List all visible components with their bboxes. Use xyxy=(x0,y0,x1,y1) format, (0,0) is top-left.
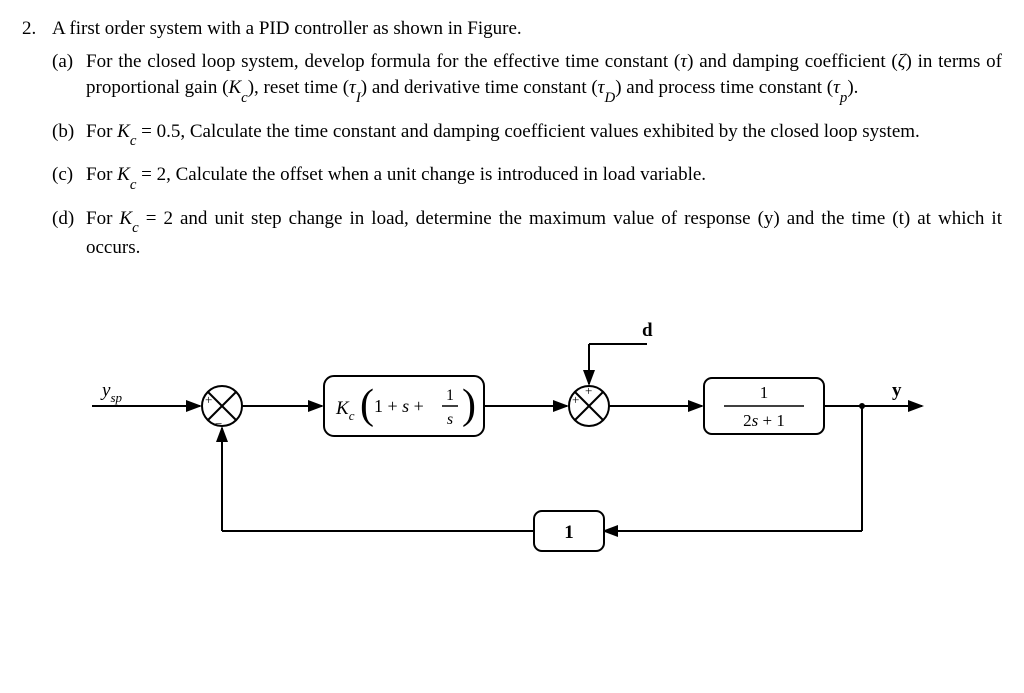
text: = 2 and unit step change in load, determ… xyxy=(86,208,1002,259)
subscript-D: D xyxy=(604,90,615,106)
part-d-text: For Kc = 2 and unit step change in load,… xyxy=(86,206,1002,262)
subscript-I: I xyxy=(356,90,361,106)
label-y: y xyxy=(892,380,902,401)
fraction-num: 1 xyxy=(446,387,454,404)
question-stem: 2. A first order system with a PID contr… xyxy=(22,16,1002,43)
part-c-label: (c) xyxy=(52,162,80,192)
subscript-p: p xyxy=(840,90,847,106)
node-dot xyxy=(859,403,865,409)
text: For xyxy=(86,208,119,229)
question-text: A first order system with a PID controll… xyxy=(52,16,522,43)
text: ) and damping coefficient ( xyxy=(687,51,898,72)
part-c-text: For Kc = 2, Calculate the offset when a … xyxy=(86,162,706,192)
text: = 0.5, Calculate the time constant and d… xyxy=(136,121,919,142)
subscript-c: c xyxy=(241,90,248,106)
label-d: d xyxy=(642,320,653,341)
subscript-c: c xyxy=(130,133,137,149)
part-b: (b) For Kc = 0.5, Calculate the time con… xyxy=(52,119,1002,149)
symbol-K: K xyxy=(117,121,130,142)
part-b-text: For Kc = 0.5, Calculate the time constan… xyxy=(86,119,920,149)
text: For the closed loop system, develop form… xyxy=(86,51,680,72)
summing-junction-1: + − xyxy=(202,386,242,431)
part-a-text: For the closed loop system, develop form… xyxy=(86,49,1002,105)
symbol-K: K xyxy=(228,77,241,98)
fraction-num: 1 xyxy=(760,383,769,402)
summing-junction-2: + + xyxy=(569,383,609,426)
symbol-K: K xyxy=(119,208,132,229)
part-c: (c) For Kc = 2, Calculate the offset whe… xyxy=(52,162,1002,192)
text: ) and derivative time constant ( xyxy=(361,77,598,98)
paren-open: ( xyxy=(360,382,374,428)
diagram-svg: ysp + − Kc ( 1 + s + 1 s ) + + d 1 2s + … xyxy=(22,296,982,576)
text: For xyxy=(86,164,117,185)
fraction-den: s xyxy=(447,411,453,428)
fraction-den: 2s + 1 xyxy=(743,411,785,430)
feedback-value: 1 xyxy=(564,522,574,543)
plus-sign: + xyxy=(572,392,579,407)
symbol-K: K xyxy=(117,164,130,185)
paren-close: ) xyxy=(462,382,476,428)
text: ). xyxy=(847,77,858,98)
subscript-c: c xyxy=(132,220,139,236)
part-d-label: (d) xyxy=(52,206,80,262)
block-diagram: ysp + − Kc ( 1 + s + 1 s ) + + d 1 2s + … xyxy=(22,296,1002,596)
text: ), reset time ( xyxy=(248,77,349,98)
text: ) and process time constant ( xyxy=(615,77,833,98)
text: = 2, Calculate the offset when a unit ch… xyxy=(136,164,706,185)
pid-expr: 1 + s + xyxy=(374,396,424,416)
label-ysp: ysp xyxy=(100,380,122,405)
subscript-c: c xyxy=(130,177,137,193)
question-number: 2. xyxy=(22,16,44,43)
symbol-tau: τ xyxy=(833,77,840,98)
part-d: (d) For Kc = 2 and unit step change in l… xyxy=(52,206,1002,262)
part-a: (a) For the closed loop system, develop … xyxy=(52,49,1002,105)
part-a-label: (a) xyxy=(52,49,80,105)
part-b-label: (b) xyxy=(52,119,80,149)
plus-sign: + xyxy=(205,392,212,407)
text: For xyxy=(86,121,117,142)
symbol-tau: τ xyxy=(349,77,356,98)
plus-sign: + xyxy=(585,383,592,398)
